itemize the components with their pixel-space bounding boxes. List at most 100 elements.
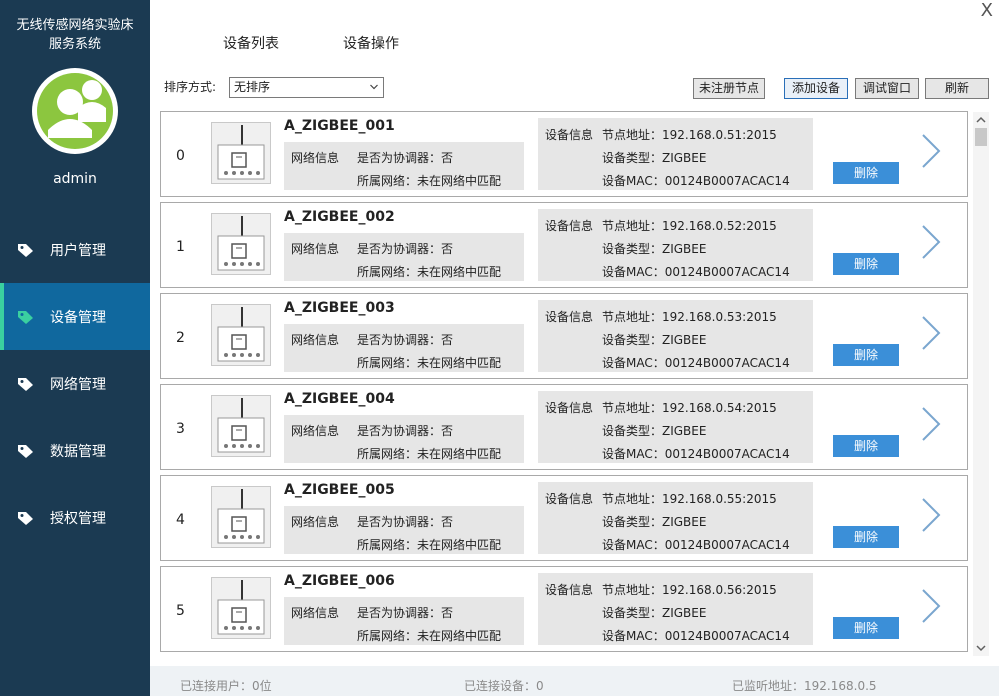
connected-devices-status: 已连接设备：0 <box>464 679 544 693</box>
nav-item-data[interactable]: 数据管理 <box>0 417 150 484</box>
app-title-line1: 无线传感网络实验床 <box>16 18 134 33</box>
device-image <box>211 304 271 366</box>
nav-label-users: 用户管理 <box>50 242 106 259</box>
scroll-down-arrow-icon[interactable] <box>973 640 989 656</box>
app-title-line2: 服务系统 <box>48 37 101 52</box>
network-membership: 所属网络：未在网络中匹配 <box>357 447 502 461</box>
device-mac: 设备MAC：00124B0007ACAC14 <box>602 447 790 461</box>
device-icon <box>217 216 265 271</box>
device-name: A_ZIGBEE_003 <box>284 300 395 316</box>
device-info-title: 设备信息 <box>545 583 594 597</box>
device-card[interactable]: 0 A_ZIGBEE_001 网络信息 是否为协调器：否 所属网络：未在网络中匹… <box>160 111 968 197</box>
device-type: 设备类型：ZIGBEE <box>602 424 707 438</box>
network-info-title: 网络信息 <box>291 151 340 165</box>
nav-label-authorization: 授权管理 <box>50 510 106 527</box>
delete-button[interactable]: 删除 <box>833 526 899 548</box>
tab-device-operations[interactable]: 设备操作 <box>343 33 399 53</box>
delete-button[interactable]: 删除 <box>833 344 899 366</box>
vertical-scrollbar[interactable] <box>973 112 989 656</box>
avatar <box>32 68 118 154</box>
refresh-button[interactable]: 刷新 <box>925 78 989 99</box>
device-image <box>211 486 271 548</box>
delete-button[interactable]: 删除 <box>833 162 899 184</box>
chevron-right-icon[interactable] <box>919 405 943 443</box>
device-icon <box>217 398 265 453</box>
device-info-panel: 设备信息 节点地址：192.168.0.56:2015 设备类型：ZIGBEE … <box>538 573 813 645</box>
device-card[interactable]: 2 A_ZIGBEE_003 网络信息 是否为协调器：否 所属网络：未在网络中匹… <box>160 293 968 379</box>
unregistered-nodes-button[interactable]: 未注册节点 <box>693 78 765 99</box>
coordinator-status: 是否为协调器：否 <box>357 424 454 438</box>
chevron-right-icon[interactable] <box>919 587 943 625</box>
device-type: 设备类型：ZIGBEE <box>602 515 707 529</box>
delete-button[interactable]: 删除 <box>833 253 899 275</box>
device-index: 1 <box>176 239 185 255</box>
network-info-panel: 网络信息 是否为协调器：否 所属网络：未在网络中匹配 <box>284 233 524 281</box>
device-card[interactable]: 5 A_ZIGBEE_006 网络信息 是否为协调器：否 所属网络：未在网络中匹… <box>160 566 968 652</box>
scroll-up-arrow-icon[interactable] <box>973 112 989 128</box>
app-title: 无线传感网络实验床 服务系统 <box>0 16 150 54</box>
device-icon <box>217 125 265 180</box>
nav-label-devices: 设备管理 <box>50 309 106 326</box>
device-name: A_ZIGBEE_001 <box>284 118 395 134</box>
debug-window-button[interactable]: 调试窗口 <box>855 78 919 99</box>
close-button[interactable]: X <box>981 0 993 21</box>
device-image <box>211 213 271 275</box>
device-info-title: 设备信息 <box>545 128 594 142</box>
device-icon <box>217 580 265 635</box>
device-info-title: 设备信息 <box>545 401 594 415</box>
network-membership: 所属网络：未在网络中匹配 <box>357 265 502 279</box>
chevron-down-icon <box>370 84 378 90</box>
users-icon <box>37 73 113 149</box>
network-info-panel: 网络信息 是否为协调器：否 所属网络：未在网络中匹配 <box>284 324 524 372</box>
network-info-panel: 网络信息 是否为协调器：否 所属网络：未在网络中匹配 <box>284 597 524 645</box>
nav-label-network: 网络管理 <box>50 376 106 393</box>
device-index: 5 <box>176 603 185 619</box>
device-mac: 设备MAC：00124B0007ACAC14 <box>602 538 790 552</box>
listening-address-status: 已监听地址：192.168.0.5 <box>732 679 877 693</box>
nav-item-network[interactable]: 网络管理 <box>0 350 150 417</box>
chevron-right-icon[interactable] <box>919 314 943 352</box>
device-info-panel: 设备信息 节点地址：192.168.0.54:2015 设备类型：ZIGBEE … <box>538 391 813 463</box>
device-image <box>211 395 271 457</box>
tag-icon <box>18 511 33 525</box>
device-icon <box>217 307 265 362</box>
coordinator-status: 是否为协调器：否 <box>357 151 454 165</box>
nav-menu: 用户管理 设备管理 网络管理 数据管理 授权管理 <box>0 216 150 551</box>
delete-button[interactable]: 删除 <box>833 617 899 639</box>
nav-item-devices[interactable]: 设备管理 <box>0 283 150 350</box>
device-card[interactable]: 3 A_ZIGBEE_004 网络信息 是否为协调器：否 所属网络：未在网络中匹… <box>160 384 968 470</box>
node-address: 节点地址：192.168.0.54:2015 <box>602 401 777 415</box>
device-info-title: 设备信息 <box>545 310 594 324</box>
connected-users-status: 已连接用户：0位 <box>180 679 272 693</box>
sort-select[interactable]: 无排序 <box>229 77 384 98</box>
node-address: 节点地址：192.168.0.51:2015 <box>602 128 777 142</box>
device-list: 0 A_ZIGBEE_001 网络信息 是否为协调器：否 所属网络：未在网络中匹… <box>160 110 968 656</box>
device-card[interactable]: 4 A_ZIGBEE_005 网络信息 是否为协调器：否 所属网络：未在网络中匹… <box>160 475 968 561</box>
device-index: 2 <box>176 330 185 346</box>
nav-item-authorization[interactable]: 授权管理 <box>0 484 150 551</box>
device-info-title: 设备信息 <box>545 492 594 506</box>
tab-device-list[interactable]: 设备列表 <box>223 33 279 53</box>
chevron-right-icon[interactable] <box>919 223 943 261</box>
header: 设备列表 设备操作 X <box>150 0 999 68</box>
node-address: 节点地址：192.168.0.52:2015 <box>602 219 777 233</box>
add-device-button[interactable]: 添加设备 <box>784 78 848 99</box>
device-name: A_ZIGBEE_004 <box>284 391 395 407</box>
network-info-panel: 网络信息 是否为协调器：否 所属网络：未在网络中匹配 <box>284 142 524 190</box>
delete-button[interactable]: 删除 <box>833 435 899 457</box>
device-index: 0 <box>176 148 185 164</box>
sidebar: 无线传感网络实验床 服务系统 admin 用户管理 设备管理 网络管理 数据管理 <box>0 0 150 696</box>
coordinator-status: 是否为协调器：否 <box>357 606 454 620</box>
device-mac: 设备MAC：00124B0007ACAC14 <box>602 265 790 279</box>
device-card[interactable]: 1 A_ZIGBEE_002 网络信息 是否为协调器：否 所属网络：未在网络中匹… <box>160 202 968 288</box>
sort-select-value: 无排序 <box>234 80 271 94</box>
network-membership: 所属网络：未在网络中匹配 <box>357 174 502 188</box>
node-address: 节点地址：192.168.0.56:2015 <box>602 583 777 597</box>
chevron-right-icon[interactable] <box>919 132 943 170</box>
scrollbar-thumb[interactable] <box>975 128 987 146</box>
coordinator-status: 是否为协调器：否 <box>357 515 454 529</box>
chevron-right-icon[interactable] <box>919 496 943 534</box>
nav-item-users[interactable]: 用户管理 <box>0 216 150 283</box>
status-bar: 已连接用户：0位 已连接设备：0 已监听地址：192.168.0.5 <box>150 666 999 696</box>
device-index: 3 <box>176 421 185 437</box>
